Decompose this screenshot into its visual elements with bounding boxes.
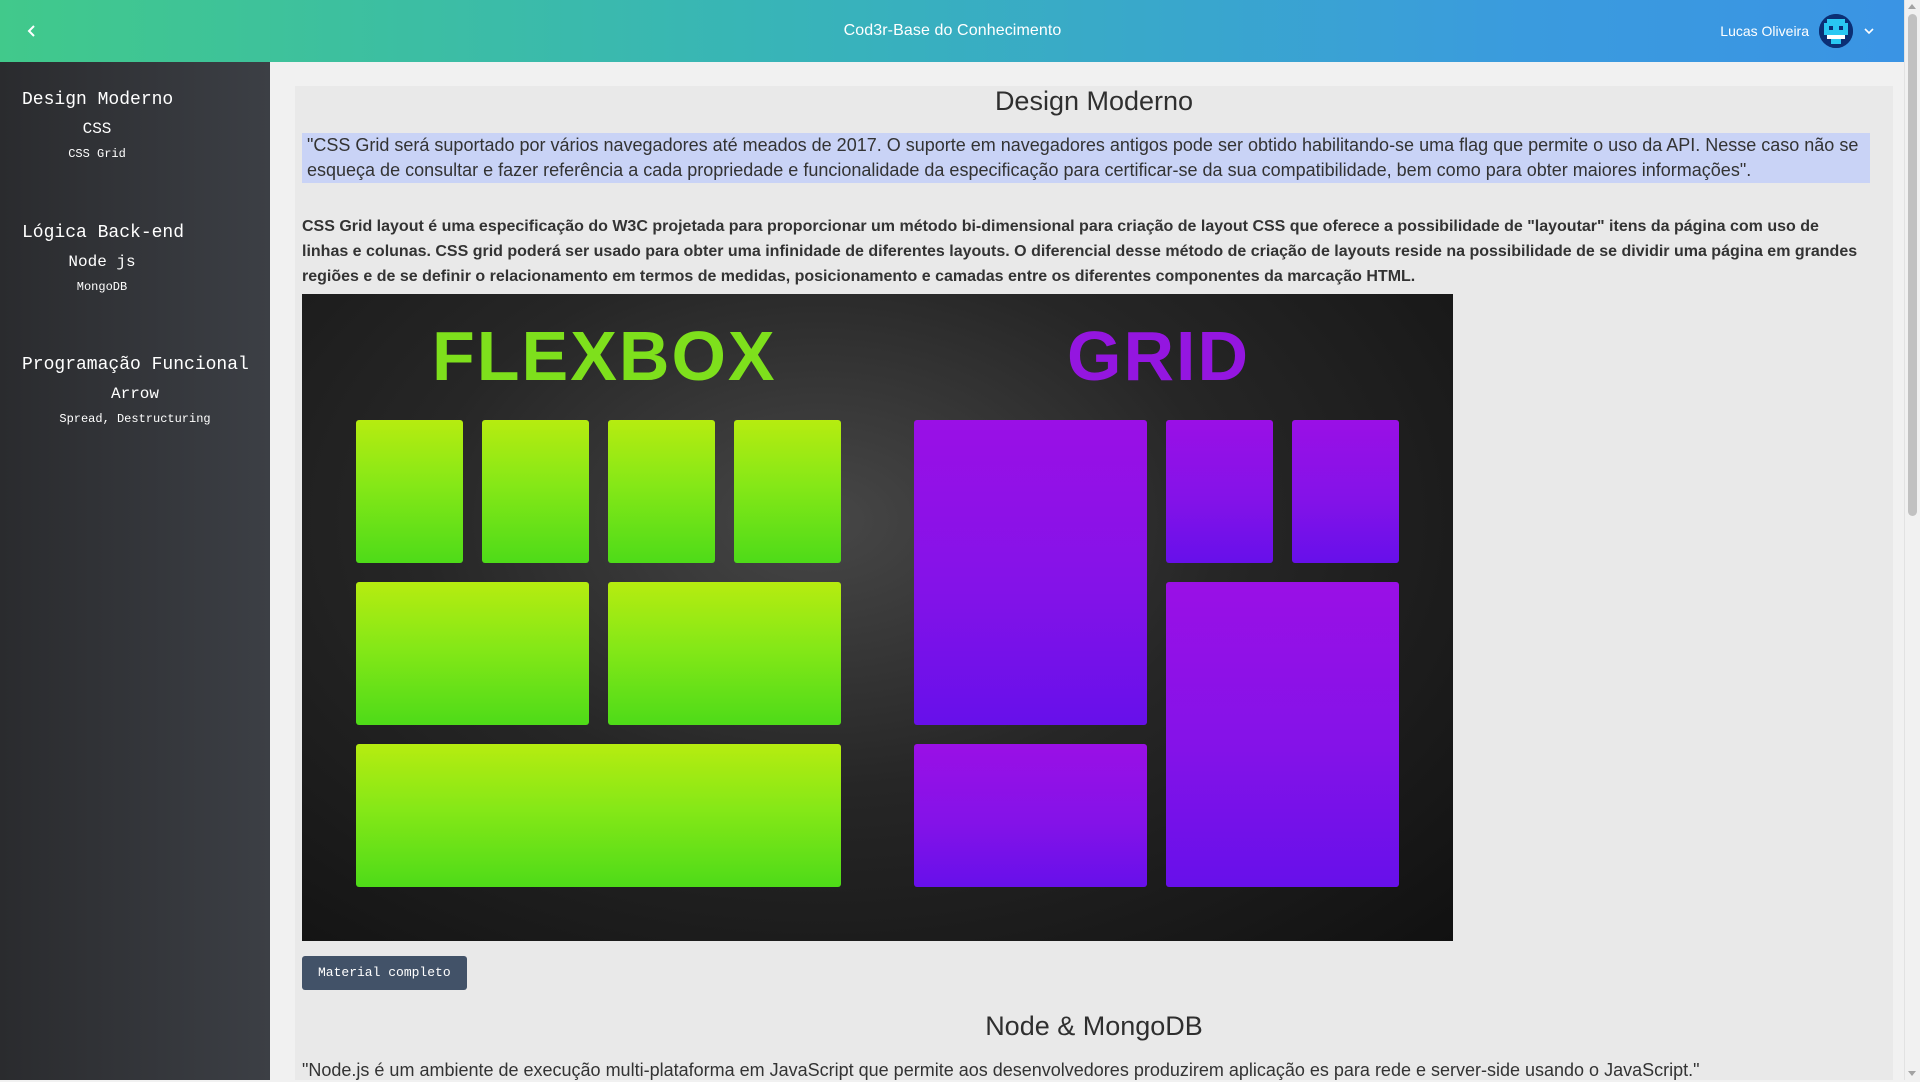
image-word-flexbox: FLEXBOX [432, 317, 777, 395]
flexbox-tile [734, 420, 841, 563]
flexbox-tile [356, 582, 589, 725]
sidebar-tree: Design Moderno CSS CSS Grid Lógica Back-… [0, 62, 270, 1080]
user-name: Lucas Oliveira [1720, 23, 1809, 39]
flexbox-tile [482, 420, 589, 563]
app-title: Cod3r-Base do Conhecimento [843, 22, 1062, 39]
tree-item-css[interactable]: CSS [22, 120, 172, 138]
flexbox-tile [356, 744, 841, 887]
article-list[interactable]: Design Moderno "CSS Grid será suportado … [295, 86, 1893, 1080]
scroll-up-arrow-icon[interactable] [1908, 4, 1916, 9]
article-quote: "Node.js é um ambiente de execução multi… [302, 1060, 1700, 1080]
grid-tile [914, 420, 1147, 725]
article-image: FLEXBOX GRID [302, 294, 1453, 941]
article-title: Node & MongoDB [985, 1011, 1203, 1041]
page-scrollbar[interactable] [1904, 0, 1920, 1080]
user-dropdown[interactable]: Lucas Oliveira [1720, 12, 1875, 50]
grid-tile [1166, 420, 1273, 563]
grid-tile [914, 744, 1147, 887]
flexbox-tile [608, 420, 715, 563]
scroll-down-arrow-icon[interactable] [1908, 1071, 1916, 1076]
pixel-robot-avatar-icon [1819, 14, 1853, 48]
scrollbar-thumb[interactable] [1908, 14, 1917, 516]
tree-item-logica-back-end[interactable]: Lógica Back-end [22, 223, 184, 243]
tree-item-programacao-funcional[interactable]: Programação Funcional [22, 355, 249, 375]
flexbox-tile [608, 582, 841, 725]
tree-item-css-grid[interactable]: CSS Grid [22, 147, 172, 161]
full-material-button[interactable]: Material completo [302, 956, 467, 990]
grid-tile [1292, 420, 1399, 563]
tree-item-mongodb[interactable]: MongoDB [22, 280, 182, 294]
article-title: Design Moderno [994, 86, 1194, 116]
app-header: Cod3r-Base do Conhecimento Lucas Oliveir… [0, 0, 1905, 62]
article-quote: "CSS Grid será suportado por vários nave… [302, 133, 1870, 183]
chevron-down-icon [1864, 28, 1874, 35]
avatar [1819, 14, 1853, 48]
grid-tile [1166, 582, 1399, 887]
tree-item-arrow[interactable]: Arrow [22, 385, 248, 403]
flexbox-tile [356, 420, 463, 563]
article-description: CSS Grid layout é uma especificação do W… [302, 218, 1858, 285]
image-word-grid: GRID [1067, 317, 1250, 395]
tree-item-design-moderno[interactable]: Design Moderno [22, 90, 173, 110]
tree-item-spread-destructuring[interactable]: Spread, Destructuring [22, 412, 248, 426]
tree-item-node-js[interactable]: Node js [22, 253, 182, 271]
